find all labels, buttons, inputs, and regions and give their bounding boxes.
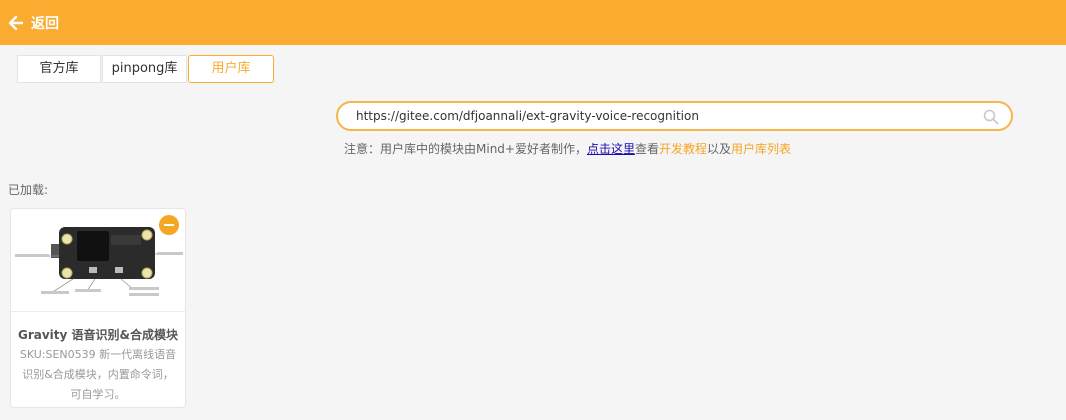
dev-tutorial-link[interactable]: 开发教程 (659, 142, 707, 156)
user-library-list-link[interactable]: 用户库列表 (731, 142, 791, 156)
user-library-notice: 注意：用户库中的模块由Mind+爱好者制作，点击这里查看开发教程以及用户库列表 (344, 140, 791, 157)
search-input[interactable] (354, 108, 978, 124)
extension-card[interactable]: Gravity 语音识别&合成模块 SKU:SEN0539 新一代离线语音识别&… (10, 208, 186, 408)
extension-title: Gravity 语音识别&合成模块 (17, 328, 178, 342)
remove-extension-button[interactable] (159, 215, 179, 235)
back-button[interactable]: 返回 (9, 13, 59, 33)
arrow-left-icon (9, 15, 23, 30)
notice-text: 注意：用户库中的模块由Mind+爱好者制作， (344, 142, 587, 156)
tab-user[interactable]: 用户库 (188, 55, 274, 83)
click-here-link[interactable]: 点击这里 (587, 142, 635, 156)
loaded-label: 已加载: (8, 183, 49, 197)
tab-official[interactable]: 官方库 (17, 55, 101, 83)
top-bar: 返回 (0, 0, 1066, 45)
tab-pinpong[interactable]: pinpong库 (102, 55, 187, 83)
extension-description: SKU:SEN0539 新一代离线语音识别&合成模块，内置命令词，可自学习。 (19, 348, 177, 401)
search-box (336, 101, 1013, 131)
library-tabs: 官方库 pinpong库 用户库 (17, 55, 274, 83)
search-icon[interactable] (983, 109, 999, 125)
module-image (11, 209, 185, 312)
notice-text-and: 以及 (707, 142, 732, 156)
back-label: 返回 (31, 15, 59, 32)
notice-text-view: 查看 (634, 142, 659, 156)
